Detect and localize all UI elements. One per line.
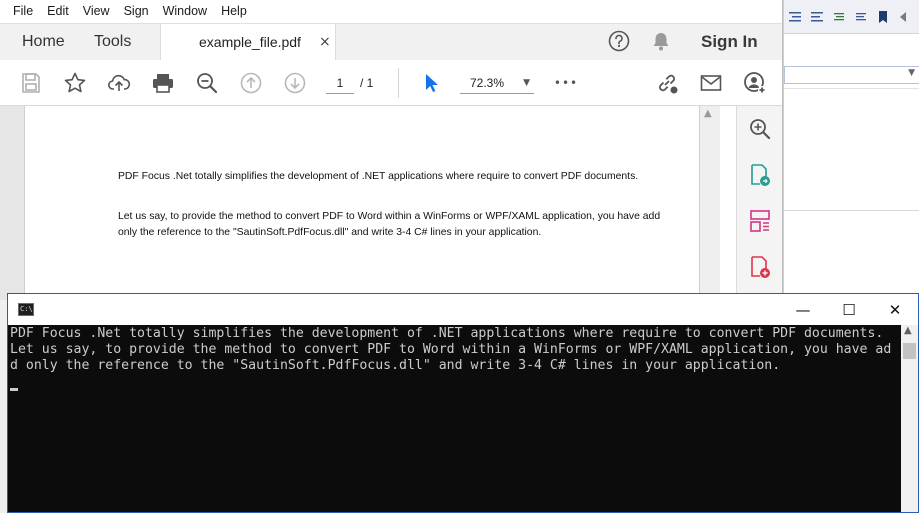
zoom-in-icon[interactable] bbox=[748, 117, 772, 141]
document-area: PDF Focus .Net totally simplifies the de… bbox=[0, 106, 720, 300]
comment-lines-icon[interactable] bbox=[832, 10, 846, 24]
console-scrollbar-thumb[interactable] bbox=[903, 343, 916, 359]
console-cursor bbox=[10, 388, 18, 391]
bookmark-prev-icon[interactable] bbox=[898, 10, 912, 24]
acrobat-window: File Edit View Sign Window Help Home Too… bbox=[0, 0, 783, 300]
uncomment-lines-icon[interactable] bbox=[854, 10, 868, 24]
maximize-button[interactable]: ☐ bbox=[826, 294, 872, 325]
tab-document[interactable]: example_file.pdf × bbox=[160, 24, 336, 61]
pdf-page: PDF Focus .Net totally simplifies the de… bbox=[24, 106, 700, 300]
document-paragraph-2: Let us say, to provide the method to con… bbox=[118, 211, 661, 238]
chevron-down-icon: ▼ bbox=[523, 78, 530, 88]
menu-edit[interactable]: Edit bbox=[40, 0, 76, 23]
export-pdf-icon[interactable] bbox=[748, 163, 772, 187]
menu-view[interactable]: View bbox=[76, 0, 117, 23]
bookmark-icon[interactable] bbox=[876, 10, 890, 24]
next-page-icon[interactable] bbox=[282, 70, 308, 96]
main-toolbar: 1 / 1 72.3% ▼ ••• bbox=[0, 60, 782, 106]
toolbar-separator bbox=[398, 68, 399, 98]
menu-bar: File Edit View Sign Window Help bbox=[0, 0, 782, 23]
tab-home[interactable]: Home bbox=[22, 24, 65, 60]
zoom-out-icon[interactable] bbox=[194, 70, 220, 96]
scroll-up-icon[interactable]: ▲ bbox=[904, 325, 912, 336]
console-window: C:\ — ☐ ✕ PDF Focus .Net totally simplif… bbox=[7, 293, 919, 513]
tab-tools[interactable]: Tools bbox=[94, 24, 131, 60]
tab-document-label: example_file.pdf bbox=[199, 34, 301, 50]
zoom-level-value: 72.3% bbox=[470, 76, 505, 90]
sign-in-button[interactable]: Sign In bbox=[701, 24, 758, 60]
more-tools-icon[interactable]: ••• bbox=[553, 70, 579, 96]
tab-bar: Home Tools example_file.pdf × Sign In bbox=[0, 23, 782, 61]
console-title-bar[interactable]: C:\ — ☐ ✕ bbox=[8, 294, 918, 325]
print-icon[interactable] bbox=[150, 70, 176, 96]
create-pdf-icon[interactable] bbox=[748, 255, 772, 279]
cloud-upload-icon[interactable] bbox=[106, 70, 132, 96]
background-app-window: ▼ bbox=[783, 0, 919, 300]
help-icon[interactable] bbox=[608, 30, 630, 52]
star-icon[interactable] bbox=[62, 70, 88, 96]
zoom-level-dropdown[interactable]: 72.3% ▼ bbox=[460, 72, 534, 94]
console-app-icon: C:\ bbox=[18, 303, 34, 316]
document-scrollbar[interactable]: ▲ bbox=[700, 106, 720, 300]
console-scrollbar[interactable]: ▲ bbox=[901, 325, 918, 512]
document-paragraph-1: PDF Focus .Net totally simplifies the de… bbox=[118, 171, 639, 182]
console-line-3: d only the reference to the "SautinSoft.… bbox=[10, 358, 781, 373]
close-tab-icon[interactable]: × bbox=[319, 24, 331, 60]
background-toolbar bbox=[784, 0, 919, 34]
console-line-2: Let us say, to provide the method to con… bbox=[10, 342, 892, 357]
save-icon[interactable] bbox=[18, 70, 44, 96]
page-total: / 1 bbox=[360, 76, 374, 90]
background-divider bbox=[784, 88, 919, 89]
background-divider-2 bbox=[784, 210, 919, 211]
indent-icon[interactable] bbox=[788, 10, 802, 24]
menu-window[interactable]: Window bbox=[156, 0, 214, 23]
console-line-1: PDF Focus .Net totally simplifies the de… bbox=[10, 326, 884, 341]
organize-pages-icon[interactable] bbox=[748, 209, 772, 233]
minimize-button[interactable]: — bbox=[780, 294, 826, 325]
close-button[interactable]: ✕ bbox=[872, 294, 918, 325]
share-link-icon[interactable] bbox=[654, 70, 680, 96]
menu-sign[interactable]: Sign bbox=[117, 0, 156, 23]
bell-icon[interactable] bbox=[650, 30, 672, 52]
menu-help[interactable]: Help bbox=[214, 0, 254, 23]
mail-icon[interactable] bbox=[698, 70, 724, 96]
scroll-up-icon[interactable]: ▲ bbox=[704, 108, 712, 119]
outdent-icon[interactable] bbox=[810, 10, 824, 24]
console-app-icon-text: C:\ bbox=[20, 305, 33, 313]
previous-page-icon[interactable] bbox=[238, 70, 264, 96]
background-combo-box[interactable]: ▼ bbox=[784, 66, 919, 84]
add-user-icon[interactable] bbox=[742, 70, 768, 96]
right-tools-panel bbox=[736, 106, 782, 300]
select-pointer-icon[interactable] bbox=[418, 70, 444, 96]
page-number-input[interactable]: 1 bbox=[326, 72, 354, 94]
menu-file[interactable]: File bbox=[6, 0, 40, 23]
console-output[interactable]: PDF Focus .Net totally simplifies the de… bbox=[8, 325, 901, 512]
chevron-down-icon: ▼ bbox=[908, 68, 915, 78]
